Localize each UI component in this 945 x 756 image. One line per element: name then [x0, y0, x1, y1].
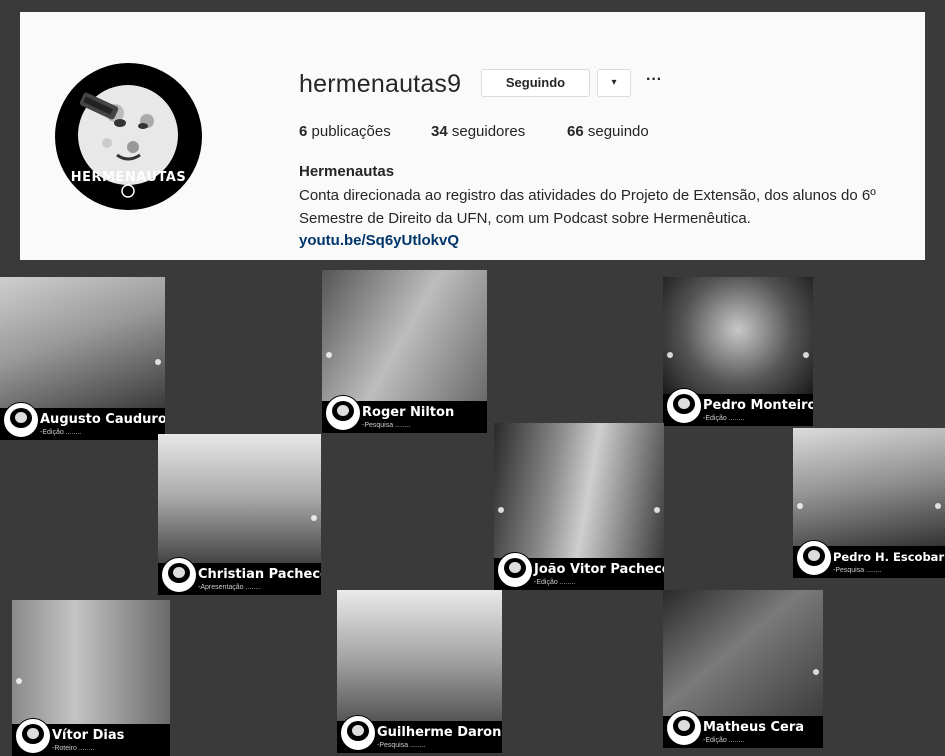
member-name: Pedro Monteiro [703, 398, 813, 413]
member-photo [663, 277, 813, 394]
followers-label: seguidores [451, 123, 526, 140]
posts-count: 6 [299, 123, 308, 140]
moon-logo-icon [796, 540, 832, 576]
member-name: Roger Nilton [362, 405, 455, 420]
next-arrow-icon[interactable] [654, 506, 660, 513]
member-role: -Edição ........ [703, 415, 745, 422]
following-label: seguindo [587, 123, 649, 140]
next-arrow-icon[interactable] [803, 351, 809, 358]
posts-stat: 6 publicações [299, 123, 391, 140]
profile-link[interactable]: youtu.be/Sq6yUtlokvQ [299, 232, 459, 249]
prev-arrow-icon[interactable] [667, 351, 673, 358]
moon-logo-icon [78, 85, 178, 198]
following-count: 66 [567, 123, 584, 140]
member-card[interactable]: Christian Pacheco -Apresentação ........ [158, 434, 321, 595]
member-role: -Roteiro ........ [52, 745, 95, 752]
member-label: Matheus Cera -Edição ........ [663, 710, 823, 748]
dropdown-button[interactable]: ▾ [597, 69, 631, 97]
moon-logo-icon [666, 388, 702, 424]
profile-bio: Conta direcionada ao registro das ativid… [299, 187, 876, 227]
member-role: -Pesquisa ........ [362, 422, 411, 429]
member-photo [0, 277, 165, 408]
member-name: Christian Pacheco [198, 567, 321, 582]
member-card[interactable]: Roger Nilton -Pesquisa ........ [322, 270, 487, 433]
member-card[interactable]: João Vitor Pacheco -Edição ........ [494, 423, 664, 590]
moon-logo-icon [325, 395, 361, 431]
more-icon: ··· [646, 71, 662, 88]
logo-text: HERMENAUTAS [70, 170, 187, 185]
member-name: Augusto Cauduro [40, 412, 165, 427]
prev-arrow-icon[interactable] [16, 678, 22, 684]
member-label: Roger Nilton -Pesquisa ........ [322, 395, 487, 433]
member-photo [322, 270, 487, 401]
moon-logo-icon [3, 402, 39, 438]
member-name: Pedro H. Escobar [833, 550, 945, 564]
prev-arrow-icon[interactable] [326, 351, 332, 358]
member-role: -Edição ........ [40, 429, 82, 436]
member-label: Christian Pacheco -Apresentação ........ [158, 557, 321, 595]
next-arrow-icon[interactable] [155, 358, 161, 365]
member-photo [158, 434, 321, 563]
member-role: -Apresentação ........ [198, 584, 262, 591]
member-photo [337, 590, 502, 721]
chevron-down-icon: ▾ [611, 77, 617, 88]
prev-arrow-icon[interactable] [498, 506, 504, 513]
member-label: Guilherme Daronco -Pesquisa ........ [337, 715, 502, 753]
member-card[interactable]: Guilherme Daronco -Pesquisa ........ [337, 590, 502, 753]
member-card[interactable]: Matheus Cera -Edição ........ [663, 590, 823, 748]
member-label: Vítor Dias -Roteiro ........ [12, 718, 170, 756]
member-label: Pedro Monteiro -Edição ........ [663, 388, 813, 426]
member-role: -Pesquisa ........ [833, 567, 882, 574]
member-label: Pedro H. Escobar -Pesquisa ........ [793, 540, 945, 578]
member-name: João Vitor Pacheco [534, 562, 664, 577]
profile-avatar[interactable]: HERMENAUTAS [55, 63, 202, 210]
member-card[interactable]: Vítor Dias -Roteiro ........ [12, 600, 170, 756]
member-card[interactable]: Pedro Monteiro -Edição ........ [663, 277, 813, 426]
profile-full-name: Hermenautas [299, 163, 395, 180]
next-arrow-icon[interactable] [935, 503, 941, 509]
followers-stat[interactable]: 34 seguidores [431, 123, 525, 140]
member-card[interactable]: Augusto Cauduro -Edição ........ [0, 277, 165, 440]
member-photo [494, 423, 664, 558]
following-button[interactable]: Seguindo [481, 69, 590, 97]
followers-count: 34 [431, 123, 448, 140]
following-stat[interactable]: 66 seguindo [567, 123, 649, 140]
member-photo [12, 600, 170, 724]
member-card[interactable]: Pedro H. Escobar -Pesquisa ........ [793, 428, 945, 578]
prev-arrow-icon[interactable] [797, 503, 803, 509]
moon-logo-icon [161, 557, 197, 593]
moon-logo-icon [666, 710, 702, 746]
member-role: -Edição ........ [703, 737, 745, 744]
member-role: -Pesquisa ........ [377, 742, 426, 749]
profile-header: HERMENAUTAS hermenautas9 Seguindo ▾ ··· … [20, 12, 925, 260]
member-name: Guilherme Daronco [377, 725, 502, 740]
member-photo [793, 428, 945, 546]
more-options-button[interactable]: ··· [642, 70, 666, 94]
moon-logo-icon [340, 715, 376, 751]
next-arrow-icon[interactable] [311, 514, 317, 521]
next-arrow-icon[interactable] [813, 669, 819, 675]
posts-label: publicações [311, 123, 391, 140]
member-label: João Vitor Pacheco -Edição ........ [494, 552, 664, 590]
member-name: Matheus Cera [703, 720, 805, 735]
member-label: Augusto Cauduro -Edição ........ [0, 402, 165, 440]
member-name: Vítor Dias [52, 728, 125, 743]
moon-logo-icon [15, 718, 51, 754]
moon-logo-icon [497, 552, 533, 588]
member-role: -Edição ........ [534, 579, 576, 586]
member-photo [663, 590, 823, 716]
username: hermenautas9 [299, 70, 462, 98]
